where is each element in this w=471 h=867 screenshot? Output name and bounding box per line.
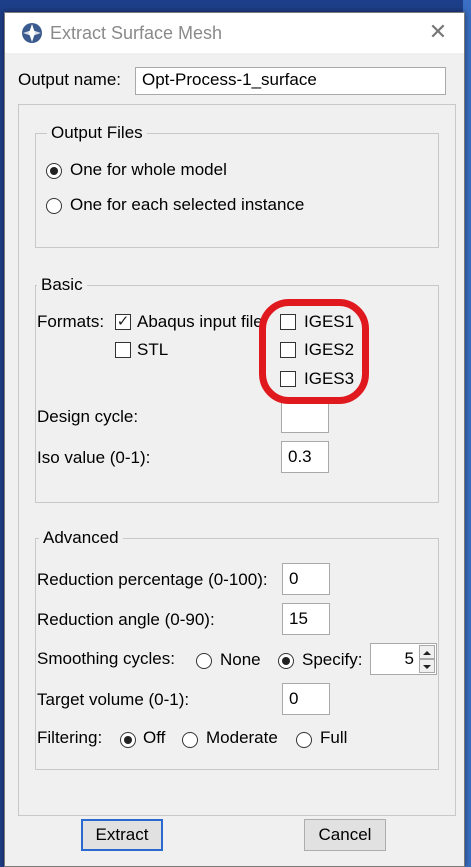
radio-filter-moderate[interactable]	[182, 732, 198, 748]
extract-surface-mesh-dialog: Extract Surface Mesh ✕ Output name: Opt-…	[4, 12, 465, 867]
window-title: Extract Surface Mesh	[50, 23, 223, 43]
radio-filter-off[interactable]	[120, 732, 136, 748]
radio-smoothing-specify[interactable]	[278, 653, 294, 669]
title-bar[interactable]: Extract Surface Mesh ✕	[5, 13, 464, 53]
iso-value-input[interactable]: 0.3	[281, 441, 329, 473]
annotation-highlight-ring	[259, 299, 369, 404]
option-whole-model-label[interactable]: One for whole model	[70, 160, 227, 180]
advanced-legend: Advanced	[39, 528, 123, 548]
reduction-percentage-input[interactable]: 0	[282, 563, 330, 595]
design-cycle-input[interactable]	[281, 401, 329, 433]
stl-checkbox[interactable]	[115, 342, 131, 358]
target-volume-label: Target volume (0-1):	[37, 690, 190, 709]
reduction-angle-label: Reduction angle (0-90):	[37, 610, 215, 629]
filter-full-label[interactable]: Full	[320, 728, 347, 748]
filter-moderate-label[interactable]: Moderate	[206, 728, 278, 748]
reduction-angle-input[interactable]: 15	[282, 603, 330, 635]
extract-button[interactable]: Extract	[81, 819, 163, 851]
filtering-label: Filtering:	[37, 728, 103, 747]
radio-whole-model[interactable]	[46, 163, 62, 179]
output-name-input[interactable]: Opt-Process-1_surface	[135, 67, 446, 95]
chevron-down-icon	[423, 665, 431, 669]
abaqus-input-label[interactable]: Abaqus input file	[137, 312, 271, 332]
close-x-icon[interactable]: ✕	[425, 19, 451, 45]
radio-each-instance[interactable]	[46, 198, 62, 214]
design-cycle-label: Design cycle:	[37, 407, 139, 426]
target-volume-input[interactable]: 0	[282, 683, 330, 715]
spin-down-button[interactable]	[419, 659, 435, 673]
radio-filter-full[interactable]	[296, 732, 312, 748]
cancel-button[interactable]: Cancel	[304, 819, 386, 851]
chevron-up-icon	[423, 651, 431, 655]
option-each-instance-label[interactable]: One for each selected instance	[70, 195, 304, 215]
basic-legend: Basic	[37, 275, 87, 295]
iso-value-label: Iso value (0-1):	[37, 448, 151, 467]
radio-smoothing-none[interactable]	[196, 653, 212, 669]
smoothing-none-label[interactable]: None	[220, 650, 261, 670]
spin-up-button[interactable]	[419, 645, 435, 659]
smoothing-cycles-label: Smoothing cycles:	[37, 649, 175, 668]
output-name-label: Output name:	[18, 70, 122, 89]
output-files-legend: Output Files	[47, 123, 147, 143]
abaqus-app-icon	[22, 23, 42, 43]
smoothing-specify-label[interactable]: Specify:	[302, 650, 362, 670]
main-panel: Output Files One for whole model One for…	[18, 104, 456, 816]
filter-off-label[interactable]: Off	[143, 728, 165, 748]
stl-label[interactable]: STL	[137, 340, 168, 360]
formats-label: Formats:	[37, 312, 105, 331]
reduction-percentage-label: Reduction percentage (0-100):	[37, 570, 268, 589]
abaqus-input-checkbox[interactable]: ✓	[115, 314, 131, 330]
output-files-group	[35, 133, 439, 248]
